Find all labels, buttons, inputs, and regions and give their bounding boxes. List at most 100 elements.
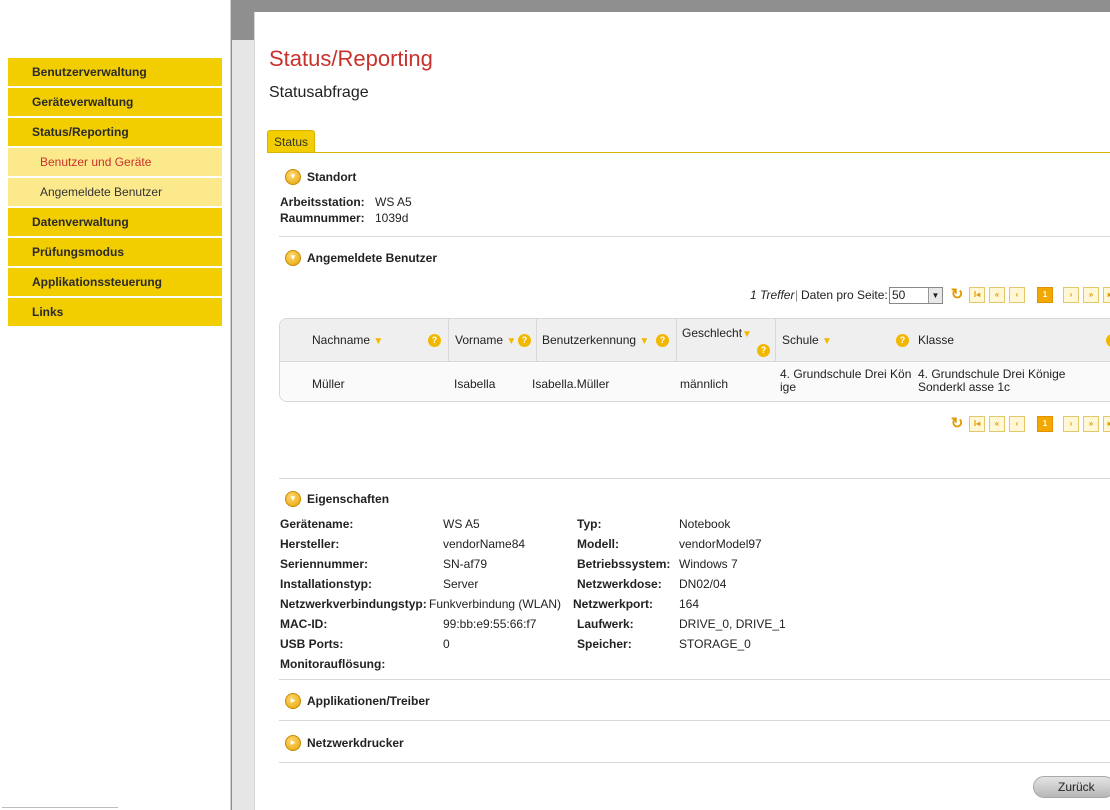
sidebar-nav: Benutzerverwaltung Geräteverwaltung Stat… — [8, 58, 222, 328]
prop-label: Betriebssystem: — [577, 557, 671, 571]
divider — [279, 762, 1110, 763]
sidebar-item-geraeteverwaltung[interactable]: Geräteverwaltung — [8, 88, 222, 118]
prop-value: Server — [443, 577, 479, 591]
prop-value: DRIVE_0, DRIVE_1 — [679, 617, 786, 631]
prop-label: Speicher: — [577, 637, 632, 651]
prop-value: STORAGE_0 — [679, 637, 751, 651]
sidebar-item-datenverwaltung[interactable]: Datenverwaltung — [8, 208, 222, 238]
prop-value: WS A5 — [443, 517, 480, 531]
first-page-icon[interactable]: I◂ — [969, 416, 985, 432]
cell-vorname: Isabella — [454, 377, 496, 391]
tab-divider — [267, 152, 1110, 153]
column-schule[interactable]: Schule ▼ — [782, 333, 832, 347]
fast-forward-icon[interactable]: » — [1083, 416, 1099, 432]
result-count: 1 Treffer — [750, 288, 795, 302]
divider — [279, 236, 1110, 237]
column-vorname[interactable]: Vorname ▼ — [455, 333, 516, 347]
prop-label: USB Ports: — [280, 637, 344, 651]
collapse-icon[interactable]: ▾ — [285, 250, 301, 266]
column-klasse[interactable]: Klasse — [918, 333, 954, 347]
prev-page-icon[interactable]: ‹ — [1009, 416, 1025, 432]
column-separator — [536, 319, 537, 362]
sidebar-subitem-angemeldete-benutzer[interactable]: Angemeldete Benutzer — [8, 178, 222, 208]
sidebar-item-status-reporting[interactable]: Status/Reporting — [8, 118, 222, 148]
section-standort-heading[interactable]: Standort — [307, 169, 356, 185]
column-nachname[interactable]: Nachname ▼ — [312, 333, 383, 347]
fast-back-icon[interactable]: « — [989, 416, 1005, 432]
first-page-icon[interactable]: I◂ — [969, 287, 985, 303]
prop-label: Seriennummer: — [280, 557, 369, 571]
column-separator — [676, 319, 677, 362]
divider — [279, 720, 1110, 721]
prop-value: 0 — [443, 637, 450, 651]
sort-arrow-icon: ▼ — [373, 336, 384, 347]
divider — [279, 679, 1110, 680]
collapse-icon[interactable]: ▾ — [285, 169, 301, 185]
prop-value: 164 — [679, 597, 700, 611]
page-number-current[interactable]: 1 — [1037, 287, 1053, 303]
help-icon[interactable]: ? — [896, 334, 909, 347]
help-icon[interactable]: ? — [656, 334, 669, 347]
section-netzwerkdrucker-heading[interactable]: Netzwerkdrucker — [307, 735, 404, 751]
column-separator — [775, 319, 776, 362]
prop-value: vendorModel97 — [679, 537, 762, 551]
sidebar-item-applikationssteuerung[interactable]: Applikationssteuerung — [8, 268, 222, 298]
sidebar-item-pruefungsmodus[interactable]: Prüfungsmodus — [8, 238, 222, 268]
chevron-down-icon: ▼ — [928, 288, 942, 303]
help-icon[interactable]: ? — [1106, 334, 1110, 347]
refresh-icon[interactable]: ↻ — [949, 416, 965, 432]
sidebar: Benutzerverwaltung Geräteverwaltung Stat… — [0, 0, 231, 810]
sidebar-scroll-line — [2, 807, 118, 808]
prop-label: Netzwerkverbindungstyp: — [280, 597, 427, 611]
tab-status[interactable]: Status — [267, 130, 316, 152]
prop-value: vendorName84 — [443, 537, 526, 551]
help-icon[interactable]: ? — [518, 334, 531, 347]
prop-label: Gerätename: — [280, 517, 354, 531]
divider — [279, 478, 1110, 479]
fast-back-icon[interactable]: « — [989, 287, 1005, 303]
per-page-select[interactable]: 50 ▼ — [889, 287, 943, 304]
collapse-icon[interactable]: ▾ — [285, 491, 301, 507]
section-eigenschaften-heading[interactable]: Eigenschaften — [307, 491, 389, 507]
refresh-icon[interactable]: ↻ — [949, 287, 965, 303]
section-angemeldete-benutzer-heading[interactable]: Angemeldete Benutzer — [307, 250, 437, 266]
expand-icon[interactable]: ▸ — [285, 735, 301, 751]
sort-arrow-icon: ▼ — [506, 336, 517, 347]
help-icon[interactable]: ? — [757, 344, 770, 357]
prop-value: 99:bb:e9:55:66:f7 — [443, 617, 537, 631]
sidebar-subitem-benutzer-und-geraete[interactable]: Benutzer und Geräte — [8, 148, 222, 178]
back-button[interactable]: Zurück — [1033, 776, 1110, 798]
per-page-value: 50 — [892, 288, 906, 302]
expand-icon[interactable]: ▸ — [285, 693, 301, 709]
next-page-icon[interactable]: › — [1063, 287, 1079, 303]
page-title: Status/Reporting — [269, 46, 433, 71]
sidebar-item-links[interactable]: Links — [8, 298, 222, 328]
sort-arrow-icon: ▼ — [822, 336, 832, 347]
next-page-icon[interactable]: › — [1063, 416, 1079, 432]
last-page-icon[interactable]: ▸I — [1103, 287, 1110, 303]
table-row[interactable]: Müller Isabella Isabella.Müller männlich… — [280, 363, 1110, 401]
help-icon[interactable]: ? — [428, 334, 441, 347]
prop-value: SN-af79 — [443, 557, 488, 571]
column-benutzerkennung[interactable]: Benutzerkennung ▼ — [542, 333, 649, 347]
sidebar-item-benutzerverwaltung[interactable]: Benutzerverwaltung — [8, 58, 222, 88]
column-geschlecht[interactable]: Geschlecht▼ — [682, 326, 752, 340]
section-applikationen-heading[interactable]: Applikationen/Treiber — [307, 693, 430, 709]
arbeitsstation-label: Arbeitsstation: — [280, 195, 365, 209]
sort-arrow-icon: ▼ — [742, 329, 752, 340]
prop-label: MAC-ID: — [280, 617, 328, 631]
prev-page-icon[interactable]: ‹ — [1009, 287, 1025, 303]
page-number-current[interactable]: 1 — [1037, 416, 1053, 432]
column-separator — [448, 319, 449, 362]
pager-separator: | — [795, 288, 799, 302]
last-page-icon[interactable]: ▸I — [1103, 416, 1110, 432]
cell-klasse: 4. Grundschule Drei Könige Sonderkl asse… — [918, 367, 1066, 394]
per-page-label: Daten pro Seite: — [801, 288, 888, 302]
fast-forward-icon[interactable]: » — [1083, 287, 1099, 303]
prop-value: DN02/04 — [679, 577, 727, 591]
prop-label: Modell: — [577, 537, 619, 551]
prop-value: Windows 7 — [679, 557, 738, 571]
main-content: Status/Reporting Statusabfrage Status ▾ … — [254, 12, 1110, 810]
prop-label: Laufwerk: — [577, 617, 634, 631]
prop-label: Installationstyp: — [280, 577, 373, 591]
